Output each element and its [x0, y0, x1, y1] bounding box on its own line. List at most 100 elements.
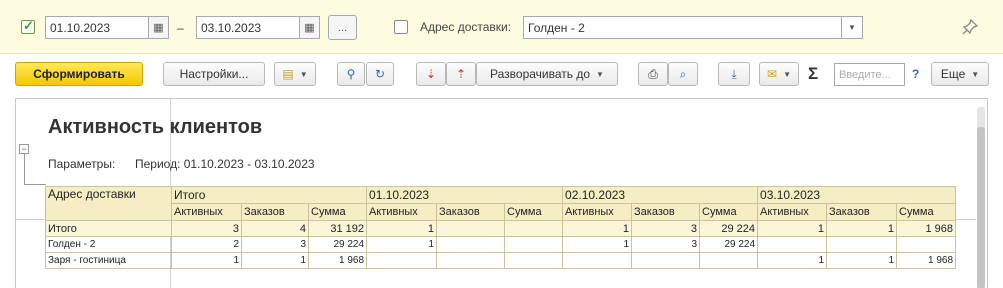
date-separator: – [177, 21, 184, 35]
cell [436, 252, 506, 269]
cell: 1 [826, 252, 898, 269]
group-header: Итого [170, 186, 368, 204]
subheader-sum: Сумма [307, 203, 368, 221]
search-refresh-button[interactable]: ↻ [366, 62, 394, 86]
cell: 2 [171, 236, 242, 253]
report-title: Активность клиентов [48, 116, 263, 138]
subheader-sum: Сумма [504, 203, 564, 221]
cell [436, 236, 506, 253]
collapse-toggle[interactable]: − [19, 144, 29, 154]
calendar-icon: ▦ [153, 22, 164, 34]
cell: 3 [631, 236, 701, 253]
collapse-line [24, 154, 25, 184]
generate-button[interactable]: Сформировать [15, 62, 143, 86]
date-to-field[interactable]: 03.10.2023 [196, 16, 300, 39]
cell [504, 220, 564, 237]
date-to-calendar-button[interactable]: ▦ [299, 16, 320, 39]
scrollbar-thumb[interactable] [977, 127, 985, 288]
vertical-scrollbar[interactable] [977, 107, 985, 288]
subheader-orders: Заказов [241, 203, 309, 221]
cell [826, 236, 898, 253]
variants-button[interactable]: ▤ ▼ [274, 62, 316, 86]
period-checkbox[interactable]: ✓ [21, 18, 35, 34]
table-row[interactable]: Заря - гостиница 1 1 1 968 1 1 1 968 [45, 252, 957, 269]
variants-icon: ▤ [282, 67, 294, 81]
download-icon: ⤓ [731, 67, 737, 81]
cell: 1 [241, 252, 309, 269]
date-from-field[interactable]: 01.10.2023 [45, 16, 149, 39]
row-name: Голден - 2 [45, 236, 172, 253]
cell [436, 220, 506, 237]
more-button[interactable]: Еще ▼ [931, 62, 989, 86]
cell: 31 192 [307, 220, 368, 237]
cell: 4 [241, 220, 309, 237]
cell [504, 252, 564, 269]
cell: 29 224 [307, 236, 368, 253]
settings-button[interactable]: Настройки... [163, 62, 265, 86]
report-table: Адрес доставки Итого 01.10.2023 02.10.20… [45, 186, 957, 269]
print-preview-button[interactable]: ⌕ [668, 62, 698, 86]
mail-button[interactable]: ✉ ▼ [759, 62, 799, 86]
cell: 1 [757, 220, 828, 237]
sort-asc-icon: ⇣ [425, 67, 437, 81]
download-button[interactable]: ⤓ [718, 62, 750, 86]
subheader-sum: Сумма [896, 203, 957, 221]
address-dropdown-button[interactable]: ▼ [841, 16, 863, 39]
chevron-down-icon: ▼ [596, 69, 604, 79]
group-header: 03.10.2023 [757, 186, 957, 204]
date-from-calendar-button[interactable]: ▦ [148, 16, 169, 39]
subheader-active: Активных [757, 203, 828, 221]
print-button[interactable]: ⎙ [638, 62, 668, 86]
sort-desc-button[interactable]: ⇡ [446, 62, 476, 86]
subheader-active: Активных [562, 203, 633, 221]
expand-to-label: Разворачивать до [490, 67, 591, 81]
group-header: 01.10.2023 [366, 186, 564, 204]
expand-to-button[interactable]: Разворачивать до ▼ [476, 62, 618, 86]
sort-desc-icon: ⇡ [455, 67, 467, 81]
period-select-button[interactable]: ... [328, 15, 357, 40]
sum-input[interactable]: Введите... [834, 63, 905, 86]
search-refresh-icon: ↻ [374, 67, 386, 81]
sort-asc-button[interactable]: ⇣ [416, 62, 446, 86]
cell [757, 236, 828, 253]
params-value: Период: 01.10.2023 - 03.10.2023 [135, 157, 315, 171]
cell: 1 [366, 220, 438, 237]
chevron-down-icon: ▼ [299, 69, 308, 79]
cell: 1 [562, 220, 633, 237]
help-icon[interactable]: ? [912, 67, 919, 81]
chevron-down-icon: ▼ [971, 69, 980, 79]
cell: 1 [562, 236, 633, 253]
address-field[interactable]: Голден - 2 [523, 16, 842, 39]
print-icon: ⎙ [648, 67, 658, 81]
cell: 3 [631, 220, 701, 237]
cell: 1 968 [896, 220, 957, 237]
pin-icon[interactable] [961, 18, 981, 38]
filter-bar: ✓ 01.10.2023 ▦ – 03.10.2023 ▦ ... Адрес … [0, 0, 1003, 54]
cell: 1 [757, 252, 828, 269]
report-area: Активность клиентов − Параметры: Период:… [15, 98, 988, 288]
subheader-active: Активных [366, 203, 438, 221]
cell [562, 252, 633, 269]
table-row[interactable]: Итого 3 4 31 192 1 1 3 29 224 1 1 1 968 [45, 220, 957, 237]
cell: 3 [171, 220, 242, 237]
subheader-orders: Заказов [436, 203, 506, 221]
checkmark-icon: ✓ [23, 18, 34, 33]
calendar-icon: ▦ [304, 22, 315, 34]
subheader-orders: Заказов [631, 203, 701, 221]
row-name: Итого [45, 220, 172, 237]
params-label: Параметры: [48, 157, 116, 171]
table-row[interactable]: Голден - 2 2 3 29 224 1 1 3 29 224 [45, 236, 957, 253]
cell [896, 236, 957, 253]
address-checkbox[interactable] [394, 20, 408, 34]
search-button[interactable]: ⚲ [337, 62, 365, 86]
row-name: Заря - гостиница [45, 252, 172, 269]
cell [699, 252, 759, 269]
address-label: Адрес доставки: [420, 20, 512, 34]
collapse-line-end [24, 184, 46, 185]
print-preview-icon: ⌕ [679, 67, 687, 81]
sigma-icon[interactable]: Σ [808, 64, 818, 84]
cell: 1 968 [307, 252, 368, 269]
chevron-down-icon: ▼ [783, 69, 791, 79]
cell: 29 224 [699, 236, 759, 253]
cell [366, 252, 438, 269]
